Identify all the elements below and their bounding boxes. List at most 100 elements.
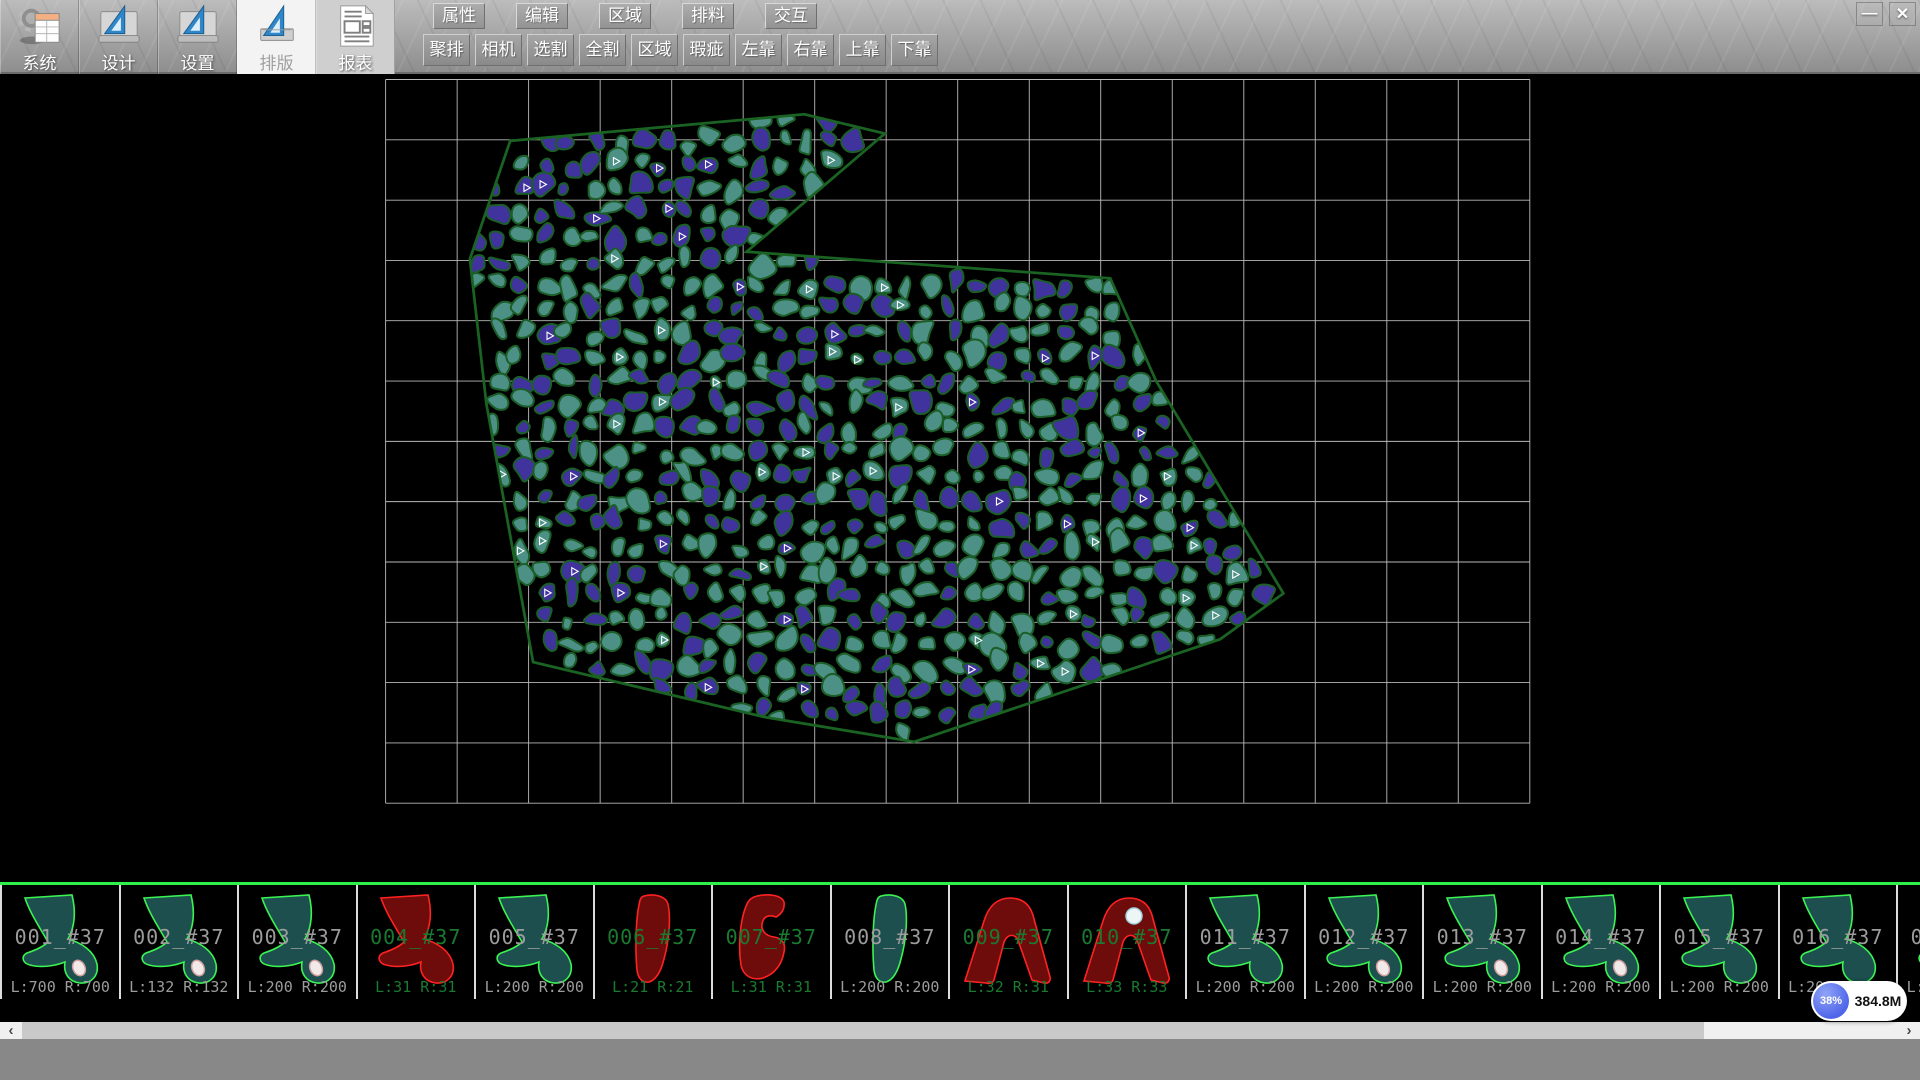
tool-row: 聚排相机选割全割区域瑕疵左靠右靠上靠下靠	[423, 34, 938, 66]
part-id: 009_#37	[950, 925, 1067, 949]
part-id: 010_#37	[1069, 925, 1186, 949]
part-id: 001_#37	[2, 925, 119, 949]
parts-strip: 001_#37L:700 R:700002_#37L:132 R:132003_…	[0, 882, 1920, 1022]
part-thumbnail-8[interactable]: 008_#37 L:200 R:200	[832, 885, 951, 999]
part-id: 012_#37	[1306, 925, 1423, 949]
system-icon	[17, 4, 63, 48]
part-id: 011_#37	[1187, 925, 1304, 949]
menu-row: 属性 编辑 区域 排料 交互	[433, 3, 817, 29]
part-lr-values: L:21 R:21	[595, 978, 712, 996]
main-tab-1[interactable]: 系统	[0, 0, 79, 74]
tool-button-2[interactable]: 相机	[475, 34, 522, 66]
tool-button-7[interactable]: 左靠	[735, 34, 782, 66]
part-lr-values: L:31 R:31	[713, 978, 830, 996]
part-id: 007_#37	[713, 925, 830, 949]
nest-svg	[0, 74, 1920, 882]
part-id: 006_#37	[595, 925, 712, 949]
memory-value: 384.8M	[1849, 993, 1907, 1009]
part-thumbnail-17[interactable]: 017_#37L:200 R:200	[1898, 885, 1920, 999]
part-thumbnail-14[interactable]: 014_#37 L:200 R:200	[1543, 885, 1662, 999]
part-thumbnail-13[interactable]: 013_#37 L:200 R:200	[1424, 885, 1543, 999]
progress-percent-circle: 38%	[1813, 983, 1849, 1019]
part-thumbnail-10[interactable]: 010_#37 L:33 R:33	[1069, 885, 1188, 999]
part-thumbnail-4[interactable]: 004_#37 L:31 R:31	[358, 885, 477, 999]
status-bar	[0, 1039, 1920, 1080]
menu-button-2[interactable]: 编辑	[516, 3, 568, 29]
main-tab-label: 报表	[339, 49, 373, 74]
tool-button-10[interactable]: 下靠	[891, 34, 938, 66]
layout-ruler-icon	[254, 4, 300, 48]
part-lr-values: L:32 R:31	[950, 978, 1067, 996]
main-tab-label: 设计	[102, 49, 136, 74]
part-thumbnail-1[interactable]: 001_#37 L:700 R:700	[2, 885, 121, 999]
part-thumbnail-2[interactable]: 002_#37 L:132 R:132	[121, 885, 240, 999]
part-id: 014_#37	[1543, 925, 1660, 949]
scroll-left-arrow[interactable]: ‹	[0, 1022, 22, 1039]
tool-button-9[interactable]: 上靠	[839, 34, 886, 66]
part-thumbnail-12[interactable]: 012_#37 L:200 R:200	[1306, 885, 1425, 999]
part-lr-values: L:200 R:200	[476, 978, 593, 996]
part-id: 008_#37	[832, 925, 949, 949]
part-lr-values: L:200 R:200	[1543, 978, 1660, 996]
scrollbar-thumb[interactable]	[22, 1022, 1704, 1039]
main-tab-label: 系统	[23, 49, 57, 74]
part-thumbnail-6[interactable]: 006_#37 L:21 R:21	[595, 885, 714, 999]
tool-button-1[interactable]: 聚排	[423, 34, 470, 66]
tool-button-6[interactable]: 瑕疵	[683, 34, 730, 66]
progress-badge: 38% 384.8M	[1811, 981, 1907, 1021]
part-id: 013_#37	[1424, 925, 1541, 949]
menu-button-5[interactable]: 交互	[765, 3, 817, 29]
report-icon	[333, 4, 379, 48]
settings-ruler-icon	[175, 4, 221, 48]
part-thumbnail-3[interactable]: 003_#37 L:200 R:200	[239, 885, 358, 999]
close-button[interactable]: ✕	[1889, 2, 1916, 26]
main-tab-label: 排版	[260, 49, 294, 74]
main-tab-2[interactable]: 设计	[79, 0, 158, 74]
main-tab-3[interactable]: 设置	[158, 0, 237, 74]
part-lr-values: L:31 R:31	[358, 978, 475, 996]
part-id: 004_#37	[358, 925, 475, 949]
main-tab-4[interactable]: 排版	[237, 0, 316, 74]
ribbon: 系统设计设置排版报表 属性编辑区域排料交互 聚排相机选割全割区域瑕疵左靠右靠上靠…	[0, 0, 1920, 74]
horizontal-scrollbar[interactable]: ‹ ›	[0, 1022, 1920, 1039]
nesting-canvas[interactable]	[0, 74, 1920, 882]
part-id: 017_#37	[1898, 925, 1920, 949]
part-lr-values: L:200 R:200	[239, 978, 356, 996]
part-id: 005_#37	[476, 925, 593, 949]
app-window: 系统设计设置排版报表 属性编辑区域排料交互 聚排相机选割全割区域瑕疵左靠右靠上靠…	[0, 0, 1920, 1080]
menu-button-1[interactable]: 属性	[433, 3, 485, 29]
part-lr-values: L:700 R:700	[2, 978, 119, 996]
part-id: 016_#37	[1780, 925, 1897, 949]
part-id: 015_#37	[1661, 925, 1778, 949]
part-thumbnail-11[interactable]: 011_#37 L:200 R:200	[1187, 885, 1306, 999]
part-thumbnail-7[interactable]: 007_#37 L:31 R:31	[713, 885, 832, 999]
nested-pieces	[463, 107, 1275, 741]
part-lr-values: L:200 R:200	[1187, 978, 1304, 996]
part-thumbnail-9[interactable]: 009_#37 L:32 R:31	[950, 885, 1069, 999]
part-thumbnail-15[interactable]: 015_#37 L:200 R:200	[1661, 885, 1780, 999]
part-lr-values: L:200 R:200	[1424, 978, 1541, 996]
part-lr-values: L:200 R:200	[1306, 978, 1423, 996]
main-tab-5[interactable]: 报表	[316, 0, 395, 74]
main-tab-bar: 系统 设计 设置 排版 报表	[0, 0, 395, 74]
menu-button-3[interactable]: 区域	[599, 3, 651, 29]
tool-button-8[interactable]: 右靠	[787, 34, 834, 66]
menu-button-4[interactable]: 排料	[682, 3, 734, 29]
parts-cells: 001_#37L:700 R:700002_#37L:132 R:132003_…	[0, 885, 1920, 999]
minimize-button[interactable]: —	[1856, 2, 1883, 26]
main-tab-label: 设置	[181, 49, 215, 74]
part-id: 002_#37	[121, 925, 238, 949]
tool-button-4[interactable]: 全割	[579, 34, 626, 66]
part-id: 003_#37	[239, 925, 356, 949]
part-lr-values: L:33 R:33	[1069, 978, 1186, 996]
window-controls: — ✕	[1856, 2, 1916, 26]
tool-button-3[interactable]: 选割	[527, 34, 574, 66]
part-lr-values: L:200 R:200	[1661, 978, 1778, 996]
part-lr-values: L:132 R:132	[121, 978, 238, 996]
scroll-right-arrow[interactable]: ›	[1898, 1022, 1920, 1039]
part-thumbnail-5[interactable]: 005_#37 L:200 R:200	[476, 885, 595, 999]
sheet-grid	[386, 79, 1530, 803]
tool-button-5[interactable]: 区域	[631, 34, 678, 66]
part-lr-values: L:200 R:200	[832, 978, 949, 996]
design-ruler-icon	[96, 4, 142, 48]
